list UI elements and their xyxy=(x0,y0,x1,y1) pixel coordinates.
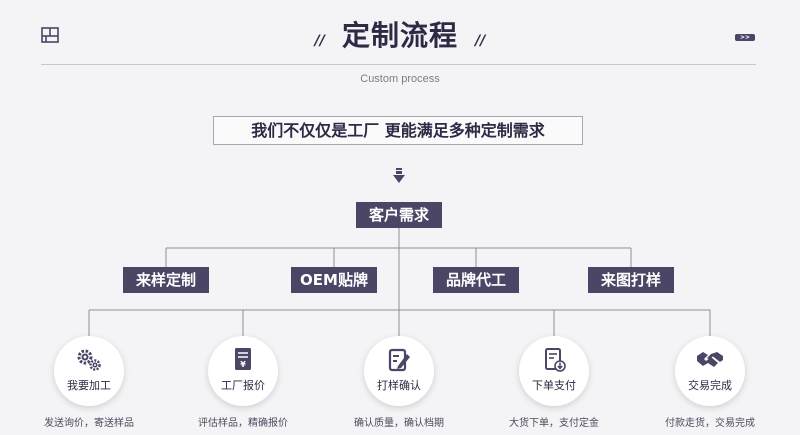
down-arrow-icon xyxy=(393,168,405,183)
edit-document-icon xyxy=(388,348,410,372)
step-deal-complete: 交易完成 xyxy=(675,336,745,406)
customer-needs-box: 客户需求 xyxy=(356,202,442,228)
step-description: 确认质量，确认档期 xyxy=(354,418,444,429)
step-description: 付款走货，交易完成 xyxy=(665,418,755,429)
title-slash-left: // xyxy=(314,33,325,49)
tagline-banner: 我们不仅仅是工厂 更能满足多种定制需求 xyxy=(213,116,583,145)
title-row: // 定制流程 // xyxy=(0,14,800,54)
step-sample-confirm: 打样确认 xyxy=(364,336,434,406)
title-slash-right: // xyxy=(475,33,486,49)
handshake-icon xyxy=(697,352,723,367)
step-label: 打样确认 xyxy=(377,379,421,392)
step-processing: 我要加工 xyxy=(54,336,124,406)
step-description: 大货下单，支付定金 xyxy=(509,418,599,429)
svg-text:¥: ¥ xyxy=(240,360,246,369)
custom-process-page: // 定制流程 // >> Custom process 我们不仅仅是工厂 更能… xyxy=(0,0,800,435)
step-label: 下单支付 xyxy=(532,379,576,392)
step-label: 我要加工 xyxy=(67,379,111,392)
page-subtitle: Custom process xyxy=(360,73,440,85)
more-button[interactable]: >> xyxy=(735,34,755,41)
page-title: 定制流程 xyxy=(341,19,458,52)
order-download-icon xyxy=(545,348,566,372)
branch-drawing-sample: 来图打样 xyxy=(588,267,674,293)
branch-oem: OEM贴牌 xyxy=(291,267,377,293)
step-description: 评估样品，精确报价 xyxy=(198,418,288,429)
gears-icon xyxy=(77,349,101,371)
step-order-payment: 下单支付 xyxy=(519,336,589,406)
header-divider xyxy=(41,64,756,65)
price-document-icon: ¥ xyxy=(235,348,251,370)
step-label: 交易完成 xyxy=(688,379,732,392)
step-quotation: ¥ 工厂报价 xyxy=(208,336,278,406)
branch-brand-oem: 品牌代工 xyxy=(433,267,519,293)
branch-sample-custom: 来样定制 xyxy=(123,267,209,293)
step-label: 工厂报价 xyxy=(221,379,265,392)
step-description: 发送询价，寄送样品 xyxy=(44,418,134,429)
